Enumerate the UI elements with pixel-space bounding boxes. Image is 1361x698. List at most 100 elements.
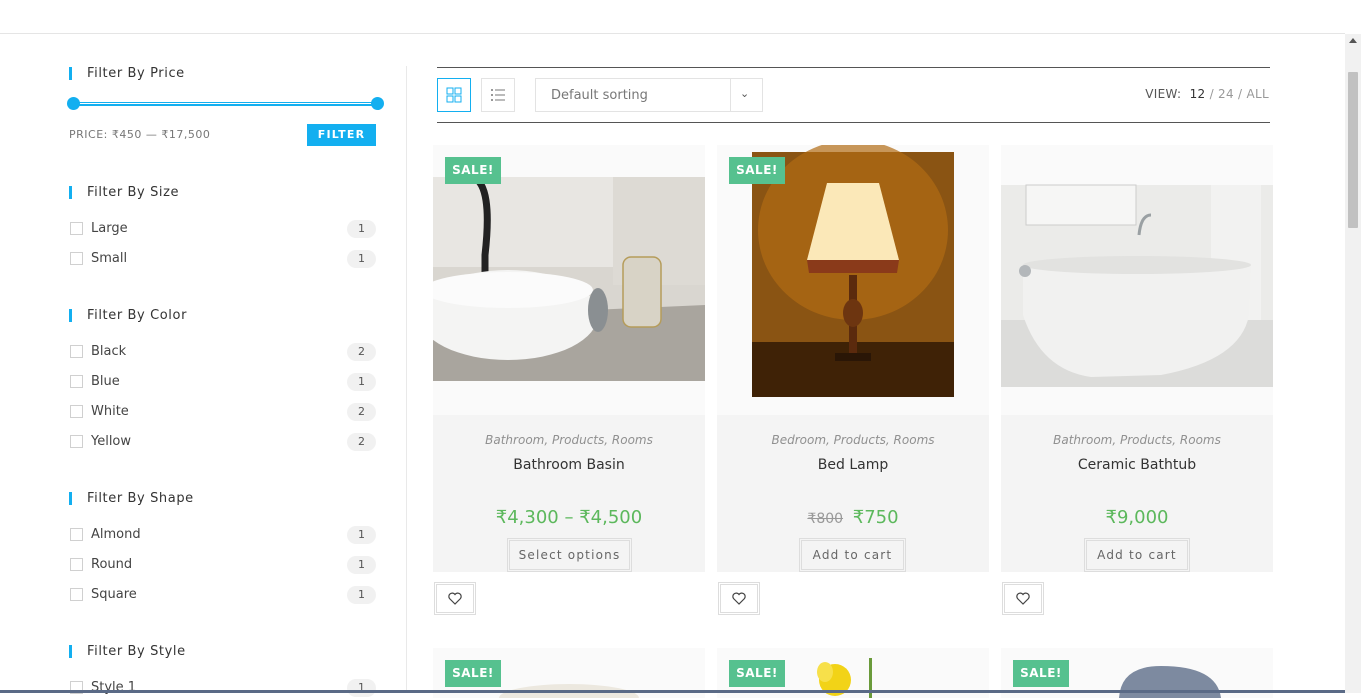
filter-size-large[interactable]: Large 1	[69, 220, 376, 238]
heart-icon	[437, 585, 473, 612]
product-image-ceramic-bathtub[interactable]	[1001, 145, 1273, 415]
filter-color-black[interactable]: Black 2	[69, 343, 376, 361]
wishlist-button[interactable]	[434, 582, 476, 615]
filter-size-title: Filter By Size	[69, 185, 179, 200]
view-24-link[interactable]: 24	[1218, 87, 1234, 101]
checkbox[interactable]	[70, 375, 83, 388]
view-separator: /	[1210, 87, 1214, 101]
product-categories[interactable]: Bathroom, Products, Rooms	[1001, 433, 1273, 447]
filter-color-title: Filter By Color	[69, 308, 187, 323]
checkbox[interactable]	[70, 558, 83, 571]
price-slider-max-handle[interactable]	[371, 97, 384, 110]
sort-select-divider	[730, 79, 731, 111]
price-slider-min-handle[interactable]	[67, 97, 80, 110]
filter-option-label: Almond	[91, 527, 141, 542]
product-image-bed-lamp[interactable]: SALE!	[717, 145, 989, 415]
filter-count-badge: 2	[347, 403, 376, 421]
product-categories[interactable]: Bedroom, Products, Rooms	[717, 433, 989, 447]
product-current-price: ₹4,300 – ₹4,500	[496, 507, 642, 528]
toolbar-bottom-border	[437, 122, 1270, 123]
product-info: Bathroom, Products, Rooms Ceramic Bathtu…	[1001, 415, 1273, 572]
filter-shape-title: Filter By Shape	[69, 491, 194, 506]
filter-option-label: Black	[91, 344, 126, 359]
checkbox[interactable]	[70, 345, 83, 358]
filter-count-badge: 1	[347, 250, 376, 268]
filter-color-white[interactable]: White 2	[69, 403, 376, 421]
filter-shape-square[interactable]: Square 1	[69, 586, 376, 604]
sort-select-value: Default sorting	[551, 88, 648, 103]
product-price: ₹800 ₹750	[717, 507, 989, 528]
site-header	[0, 0, 1345, 34]
filter-count-badge: 2	[347, 433, 376, 451]
list-view-icon	[482, 79, 514, 111]
wishlist-button[interactable]	[1002, 582, 1044, 615]
grid-view-icon	[438, 79, 470, 111]
filter-size-small[interactable]: Small 1	[69, 250, 376, 268]
list-view-button[interactable]	[481, 78, 515, 112]
filter-option-label: White	[91, 404, 129, 419]
product-title[interactable]: Bed Lamp	[717, 457, 989, 473]
filter-count-badge: 1	[347, 679, 376, 697]
filter-option-label: Small	[91, 251, 127, 266]
product-title[interactable]: Ceramic Bathtub	[1001, 457, 1273, 473]
sort-select[interactable]: Default sorting ⌄	[535, 78, 763, 112]
filter-count-badge: 2	[347, 343, 376, 361]
sale-badge: SALE!	[729, 157, 785, 184]
product-price: ₹4,300 – ₹4,500	[433, 507, 705, 528]
filter-count-badge: 1	[347, 373, 376, 391]
product-image-bathroom-basin[interactable]: SALE!	[433, 145, 705, 415]
product-price: ₹9,000	[1001, 507, 1273, 528]
toolbar-top-border	[437, 67, 1270, 68]
view-label: VIEW:	[1145, 87, 1181, 101]
view-12-link[interactable]: 12	[1190, 87, 1206, 101]
filter-count-badge: 1	[347, 586, 376, 604]
product-current-price: ₹9,000	[1106, 507, 1169, 528]
filter-color-blue[interactable]: Blue 1	[69, 373, 376, 391]
filter-style-title: Filter By Style	[69, 644, 186, 659]
checkbox[interactable]	[70, 252, 83, 265]
view-all-link[interactable]: ALL	[1247, 87, 1269, 101]
checkbox[interactable]	[70, 405, 83, 418]
product-categories[interactable]: Bathroom, Products, Rooms	[433, 433, 705, 447]
scrollbar-thumb[interactable]	[1348, 72, 1358, 228]
filter-option-label: Square	[91, 587, 137, 602]
filter-style-1[interactable]: Style 1 1	[69, 679, 376, 697]
wishlist-button[interactable]	[718, 582, 760, 615]
products-per-page: VIEW: 12 / 24 / ALL	[1145, 87, 1269, 101]
sidebar-divider	[406, 66, 407, 693]
sale-badge: SALE!	[445, 157, 501, 184]
filter-shape-round[interactable]: Round 1	[69, 556, 376, 574]
checkbox[interactable]	[70, 222, 83, 235]
product-current-price: ₹750	[853, 507, 899, 528]
checkbox[interactable]	[70, 588, 83, 601]
filter-count-badge: 1	[347, 526, 376, 544]
filter-price-title: Filter By Price	[69, 66, 185, 81]
chevron-down-icon: ⌄	[740, 87, 749, 100]
product-title[interactable]: Bathroom Basin	[433, 457, 705, 473]
product-old-price: ₹800	[807, 511, 843, 527]
filter-count-badge: 1	[347, 220, 376, 238]
price-range-slider[interactable]	[71, 102, 376, 106]
product-info: Bedroom, Products, Rooms Bed Lamp ₹800 ₹…	[717, 415, 989, 572]
sale-badge: SALE!	[729, 660, 785, 687]
add-to-cart-button[interactable]: Add to cart	[1084, 538, 1190, 572]
price-slider-track	[71, 102, 376, 106]
view-separator: /	[1238, 87, 1242, 101]
heart-icon	[721, 585, 757, 612]
checkbox[interactable]	[70, 435, 83, 448]
filter-shape-almond[interactable]: Almond 1	[69, 526, 376, 544]
sale-badge: SALE!	[445, 660, 501, 687]
select-options-button[interactable]: Select options	[507, 538, 632, 572]
filter-button[interactable]: FILTER	[307, 124, 376, 146]
grid-view-button[interactable]	[437, 78, 471, 112]
scroll-up-arrow-icon[interactable]	[1349, 38, 1357, 43]
filter-count-badge: 1	[347, 556, 376, 574]
filter-option-label: Blue	[91, 374, 120, 389]
filter-color-yellow[interactable]: Yellow 2	[69, 433, 376, 451]
filter-option-label: Large	[91, 221, 128, 236]
checkbox[interactable]	[70, 528, 83, 541]
product-info: Bathroom, Products, Rooms Bathroom Basin…	[433, 415, 705, 572]
filter-option-label: Round	[91, 557, 132, 572]
page-scrollbar[interactable]	[1345, 34, 1361, 693]
add-to-cart-button[interactable]: Add to cart	[799, 538, 906, 572]
